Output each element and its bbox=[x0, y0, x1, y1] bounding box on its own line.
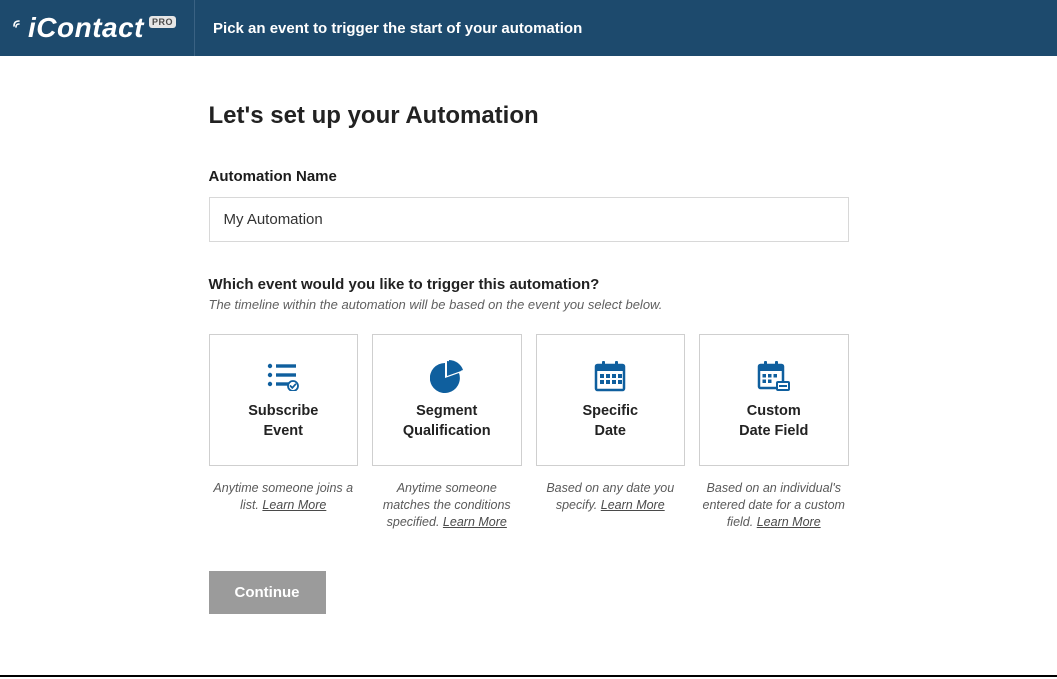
option-title: SpecificDate bbox=[582, 402, 638, 441]
event-hint: The timeline within the automation will … bbox=[209, 297, 849, 312]
option-descriptions: Anytime someone joins a list. Learn More… bbox=[209, 480, 849, 531]
option-subscribe-event[interactable]: SubscribeEvent bbox=[209, 334, 359, 466]
option-specific-date[interactable]: SpecificDate bbox=[536, 334, 686, 466]
option-desc-custom-date: Based on an individual's entered date fo… bbox=[699, 480, 849, 531]
app-header: iContact PRO Pick an event to trigger th… bbox=[0, 0, 1057, 56]
brand-logo: iContact PRO bbox=[0, 0, 195, 56]
option-title: SubscribeEvent bbox=[248, 402, 318, 441]
option-title: CustomDate Field bbox=[739, 402, 808, 441]
signal-icon bbox=[12, 18, 26, 38]
option-segment-qualification[interactable]: SegmentQualification bbox=[372, 334, 522, 466]
pie-chart-icon bbox=[430, 358, 464, 394]
setup-form: Let's set up your Automation Automation … bbox=[209, 102, 849, 614]
list-check-icon bbox=[265, 358, 301, 394]
header-subtitle: Pick an event to trigger the start of yo… bbox=[195, 20, 582, 37]
learn-more-link[interactable]: Learn More bbox=[757, 515, 821, 529]
option-custom-date-field[interactable]: CustomDate Field bbox=[699, 334, 849, 466]
option-desc-specific-date: Based on any date you specify. Learn Mor… bbox=[536, 480, 686, 531]
event-prompt: Which event would you like to trigger th… bbox=[209, 276, 849, 293]
brand-badge: PRO bbox=[149, 16, 176, 28]
automation-name-label: Automation Name bbox=[209, 168, 849, 185]
automation-name-input[interactable] bbox=[209, 197, 849, 242]
calendar-icon bbox=[594, 358, 626, 394]
learn-more-link[interactable]: Learn More bbox=[601, 498, 665, 512]
calendar-edit-icon bbox=[757, 358, 791, 394]
continue-button[interactable]: Continue bbox=[209, 571, 326, 614]
event-options: SubscribeEvent SegmentQualification bbox=[209, 334, 849, 466]
option-desc-subscribe: Anytime someone joins a list. Learn More bbox=[209, 480, 359, 531]
page-divider bbox=[0, 675, 1057, 677]
learn-more-link[interactable]: Learn More bbox=[443, 515, 507, 529]
page-title: Let's set up your Automation bbox=[209, 102, 849, 130]
brand-name: iContact bbox=[28, 12, 144, 44]
learn-more-link[interactable]: Learn More bbox=[262, 498, 326, 512]
option-title: SegmentQualification bbox=[403, 402, 491, 441]
option-desc-segment: Anytime someone matches the conditions s… bbox=[372, 480, 522, 531]
